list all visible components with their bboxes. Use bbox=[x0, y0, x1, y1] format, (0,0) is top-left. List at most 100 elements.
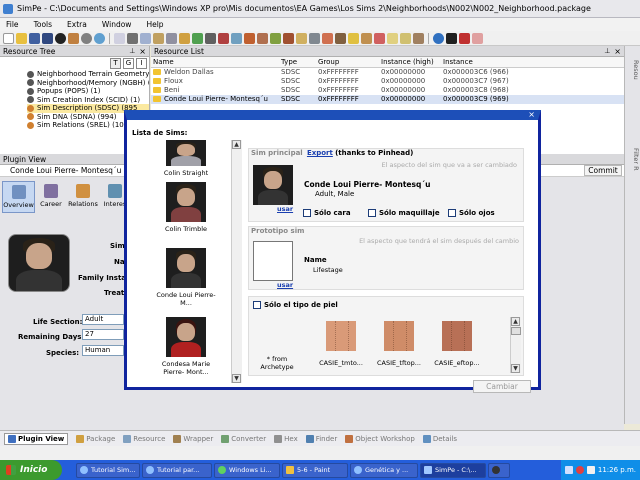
column-group[interactable]: Group bbox=[318, 58, 381, 66]
scroll-down-icon[interactable]: ▼ bbox=[511, 364, 520, 373]
list-item-selected[interactable]: Conde Loui Pierre- M... bbox=[151, 248, 221, 307]
family-icon[interactable] bbox=[257, 32, 268, 44]
close-icon[interactable]: × bbox=[614, 47, 621, 56]
side-tab-filter[interactable]: Filter R bbox=[626, 148, 640, 188]
text-icon[interactable]: T bbox=[110, 58, 121, 69]
image-icon[interactable] bbox=[231, 32, 242, 44]
save-all-icon[interactable] bbox=[42, 32, 53, 44]
tree-item[interactable]: Sim Creation Index (SCID) (1) bbox=[27, 96, 149, 105]
tab-hex[interactable]: Hex bbox=[274, 434, 298, 443]
sheet-icon[interactable] bbox=[400, 32, 411, 44]
volume-icon[interactable] bbox=[586, 466, 595, 474]
tree-item[interactable]: Neighborhood Terrain Geometry bbox=[27, 70, 149, 79]
tab-career[interactable]: Career bbox=[37, 181, 65, 213]
side-tab-resource[interactable]: Resou bbox=[626, 60, 640, 100]
note-icon[interactable] bbox=[387, 32, 398, 44]
close-icon[interactable] bbox=[55, 32, 66, 44]
list-item[interactable]: Condesa Marie Pierre- Mont... bbox=[151, 317, 221, 376]
commit-button[interactable]: Commit bbox=[584, 165, 622, 176]
doc-icon[interactable] bbox=[114, 32, 125, 44]
tab-resource[interactable]: Resource bbox=[123, 434, 165, 443]
life-section-select[interactable]: Adult bbox=[82, 314, 124, 325]
scissors-icon[interactable] bbox=[218, 32, 229, 44]
task-windows-live[interactable]: Windows Li... bbox=[214, 462, 280, 478]
table-row[interactable]: Weldon Dallas SDSC 0xFFFFFFFF 0x00000000 0x0… bbox=[151, 68, 624, 77]
tab-plugin-view[interactable]: Plugin View bbox=[4, 432, 69, 445]
remaining-days-input[interactable]: 27 bbox=[82, 329, 124, 340]
option-solo-cara[interactable]: Sólo cara bbox=[303, 209, 351, 217]
figure-icon[interactable] bbox=[446, 32, 457, 44]
scroll-down-icon[interactable]: ▼ bbox=[232, 374, 241, 383]
antivirus-icon[interactable] bbox=[575, 466, 584, 474]
frame-icon[interactable] bbox=[361, 32, 372, 44]
tree-item[interactable]: Neighborhood/Memory (NGBH) (1 bbox=[27, 79, 149, 88]
hammer-icon[interactable] bbox=[335, 32, 346, 44]
scroll-thumb[interactable] bbox=[511, 327, 521, 335]
task-clock-app[interactable] bbox=[488, 462, 510, 478]
pin-icon[interactable]: ⊥ bbox=[129, 47, 135, 55]
tab-finder[interactable]: Finder bbox=[305, 434, 337, 443]
task-simpe[interactable]: SimPe - C:\... bbox=[420, 462, 486, 478]
cambiar-button[interactable]: Cambiar bbox=[473, 380, 531, 393]
tab-relations[interactable]: Relations bbox=[67, 181, 99, 213]
task-genetica[interactable]: Genética y ... bbox=[350, 462, 418, 478]
instance-icon[interactable]: I bbox=[136, 58, 147, 69]
table-row[interactable]: Beni SDSC 0xFFFFFFFF 0x00000000 0x000003C8 (… bbox=[151, 86, 624, 95]
tool-icon[interactable] bbox=[205, 32, 216, 44]
search-icon[interactable] bbox=[94, 32, 105, 44]
species-select[interactable]: Human bbox=[82, 345, 124, 356]
paint-icon[interactable] bbox=[322, 32, 333, 44]
table-row-selected[interactable]: Conde Loui Pierre- Montesq´u SDSC 0xFFFFFF… bbox=[151, 95, 624, 104]
tab-overview[interactable]: Overview bbox=[2, 181, 35, 213]
skin-only-option[interactable]: Sólo el tipo de piel bbox=[253, 301, 338, 309]
chart-icon[interactable] bbox=[244, 32, 255, 44]
pin-icon[interactable]: ⊥ bbox=[604, 47, 610, 55]
scroll-up-icon[interactable]: ▲ bbox=[511, 317, 520, 326]
book-icon[interactable] bbox=[296, 32, 307, 44]
task-tutorial-par[interactable]: Tutorial par... bbox=[142, 462, 212, 478]
column-name[interactable]: Name bbox=[151, 58, 281, 66]
sim-icon[interactable] bbox=[179, 32, 190, 44]
option-solo-ojos[interactable]: Sólo ojos bbox=[448, 209, 495, 217]
card-icon[interactable] bbox=[374, 32, 385, 44]
group-icon[interactable]: G bbox=[123, 58, 134, 69]
object-icon[interactable] bbox=[283, 32, 294, 44]
list-icon[interactable] bbox=[166, 32, 177, 44]
menu-help[interactable]: Help bbox=[146, 20, 163, 29]
eraser-icon[interactable] bbox=[472, 32, 483, 44]
skin-list-scrollbar[interactable]: ▲ ▼ bbox=[510, 317, 521, 373]
export-link[interactable]: Export bbox=[307, 149, 333, 157]
scroll-up-icon[interactable]: ▲ bbox=[232, 140, 241, 149]
menu-window[interactable]: Window bbox=[102, 20, 132, 29]
users-icon[interactable] bbox=[68, 32, 79, 44]
print-icon[interactable] bbox=[127, 32, 138, 44]
close-icon[interactable]: × bbox=[139, 47, 146, 56]
tab-object-workshop[interactable]: Object Workshop bbox=[345, 434, 415, 443]
copy-icon[interactable] bbox=[140, 32, 151, 44]
save-icon[interactable] bbox=[29, 32, 40, 44]
checkbox[interactable] bbox=[253, 301, 261, 309]
menu-tools[interactable]: Tools bbox=[34, 20, 52, 29]
clock[interactable]: 11:26 p.m. bbox=[598, 466, 636, 474]
column-instance[interactable]: Instance bbox=[443, 58, 473, 66]
cross-icon[interactable] bbox=[459, 32, 470, 44]
list-item[interactable]: Colin Straight bbox=[151, 140, 221, 177]
lot-icon[interactable] bbox=[270, 32, 281, 44]
list-item[interactable]: Colin Trimble bbox=[151, 182, 221, 233]
checkbox[interactable] bbox=[448, 209, 456, 217]
table-row[interactable]: Floux SDSC 0xFFFFFFFF 0x00000000 0x000003C7 … bbox=[151, 77, 624, 86]
neighborhood-icon[interactable] bbox=[192, 32, 203, 44]
column-type[interactable]: Type bbox=[281, 58, 318, 66]
network-icon[interactable] bbox=[564, 466, 573, 474]
task-paint[interactable]: 5-6 - Paint bbox=[282, 462, 348, 478]
tab-package[interactable]: Package bbox=[76, 434, 115, 443]
gear-icon[interactable] bbox=[81, 32, 92, 44]
tab-details[interactable]: Details bbox=[422, 434, 457, 443]
column-instance-high[interactable]: Instance (high) bbox=[381, 58, 443, 66]
tree-item[interactable]: Popups (POPS) (1) bbox=[27, 87, 149, 96]
camera-icon[interactable] bbox=[309, 32, 320, 44]
tab-converter[interactable]: Converter bbox=[221, 434, 266, 443]
tab-wrapper[interactable]: Wrapper bbox=[173, 434, 213, 443]
refresh-icon[interactable] bbox=[433, 32, 444, 44]
task-tutorial-sim[interactable]: Tutorial Sim... bbox=[76, 462, 140, 478]
